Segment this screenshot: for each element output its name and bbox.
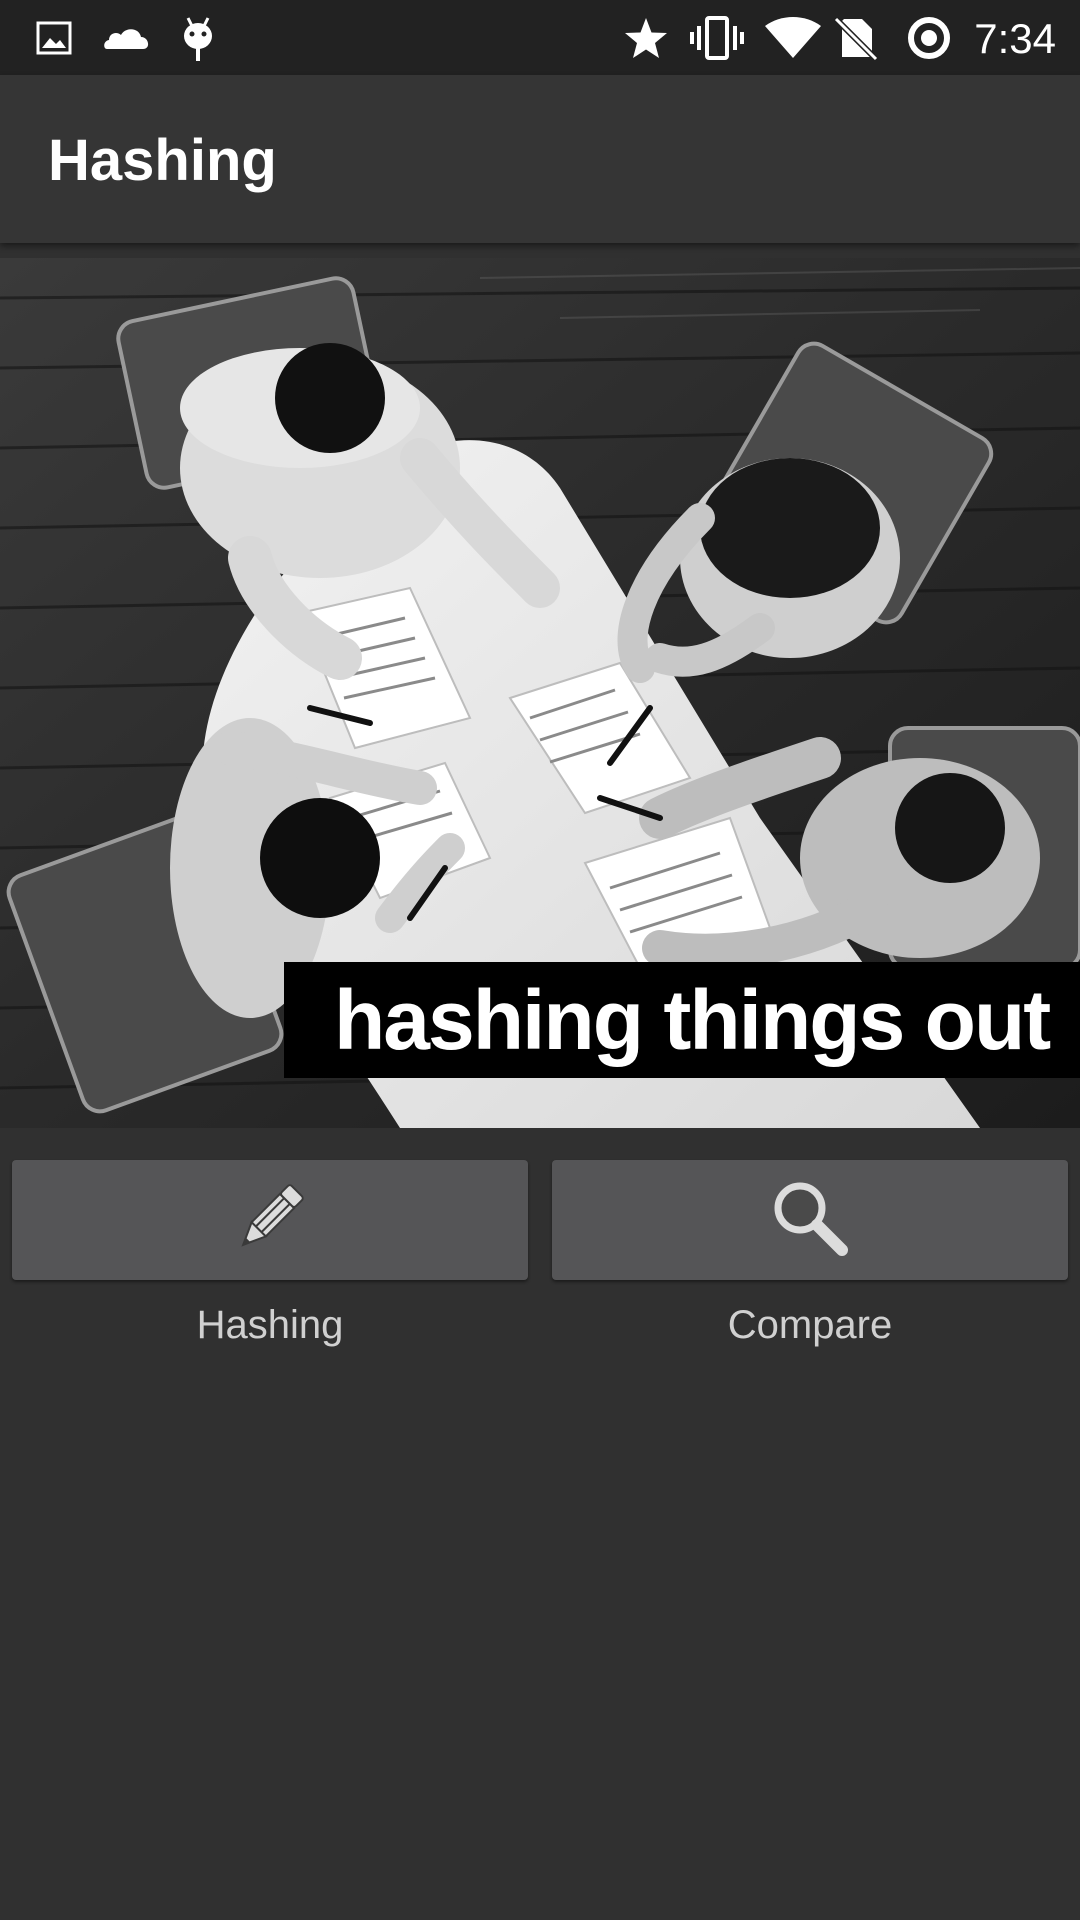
compare-label: Compare — [727, 1303, 893, 1347]
magnifier-icon — [768, 1176, 852, 1265]
hero-image: hashing things out — [0, 258, 1080, 1128]
page-title: Hashing — [48, 128, 277, 193]
sync-icon — [904, 0, 954, 75]
clock: 7:34 — [974, 15, 1056, 62]
android-debug-icon — [178, 0, 218, 75]
hashing-button[interactable] — [12, 1160, 528, 1280]
hashing-label: Hashing — [196, 1303, 344, 1347]
hero-caption: hashing things out — [284, 962, 1080, 1078]
compare-button[interactable] — [552, 1160, 1068, 1280]
no-sim-icon — [830, 0, 880, 75]
status-bar: 7:34 — [0, 0, 1080, 75]
pencil-icon — [228, 1176, 312, 1265]
hero-caption-text: hashing things out — [334, 973, 1051, 1067]
cloud-icon — [102, 0, 152, 75]
star-icon — [620, 0, 672, 75]
wifi-icon — [762, 0, 824, 75]
vibrate-icon — [688, 0, 746, 75]
app-bar: Hashing — [0, 75, 1080, 243]
gallery-icon — [34, 0, 74, 75]
